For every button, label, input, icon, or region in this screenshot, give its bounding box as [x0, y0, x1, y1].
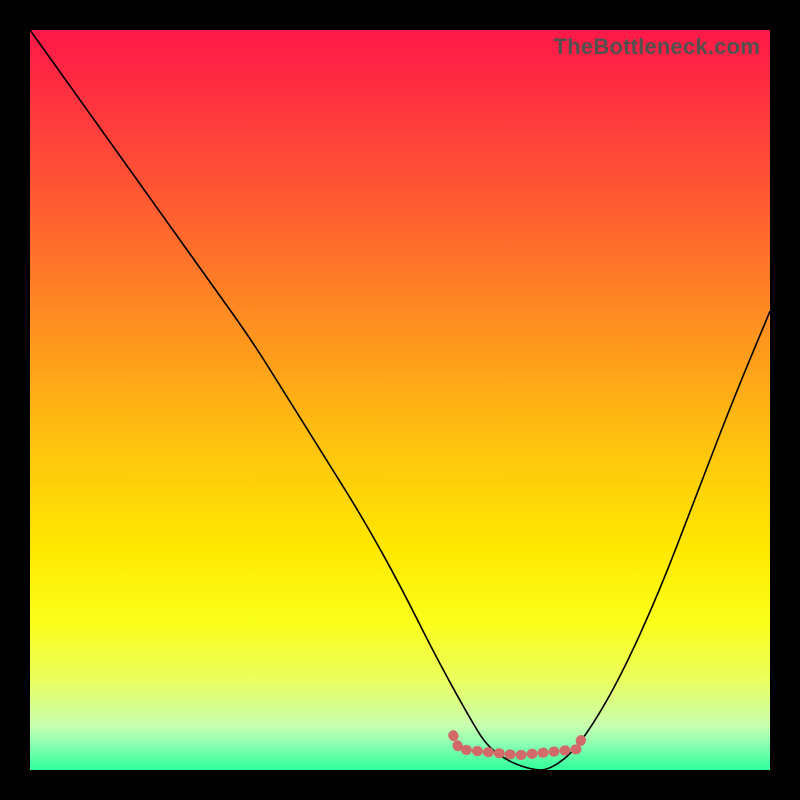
bottleneck-curve	[30, 30, 770, 770]
flat-region-marker	[453, 733, 583, 755]
chart-plot-area: TheBottleneck.com	[30, 30, 770, 770]
chart-svg	[30, 30, 770, 770]
